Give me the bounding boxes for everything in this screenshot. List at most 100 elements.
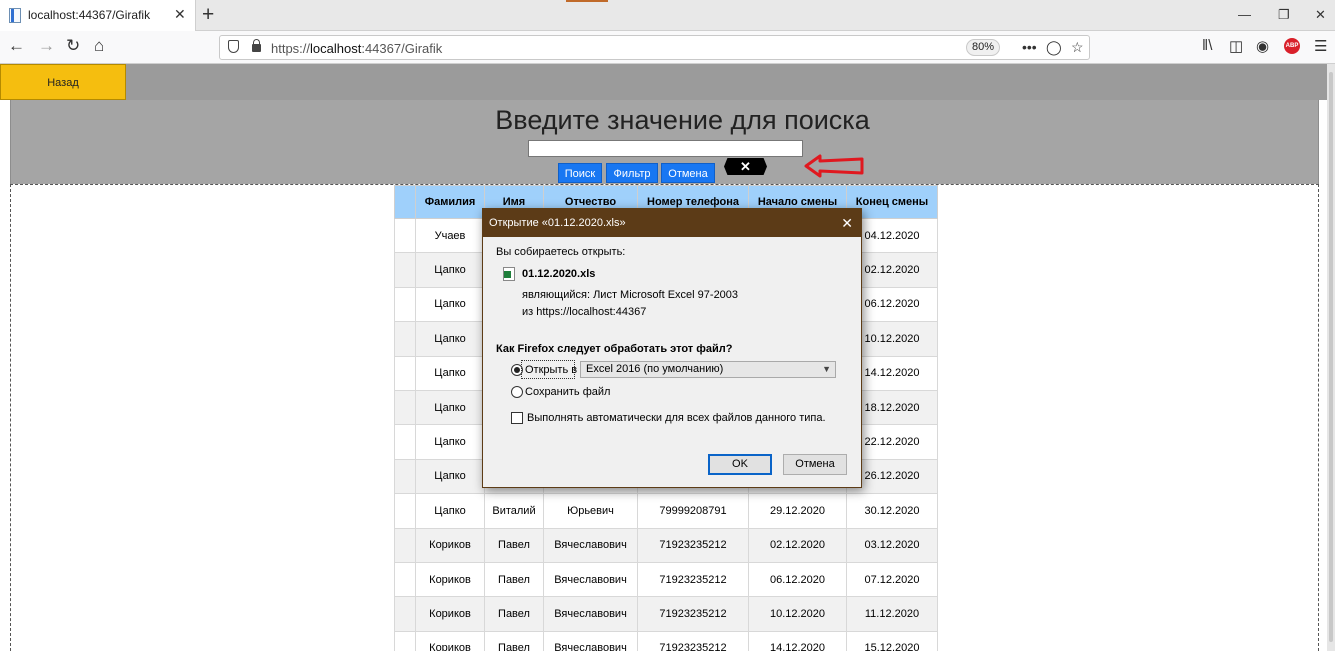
- table-cell: Цапко: [415, 355, 485, 391]
- search-button[interactable]: Поиск: [558, 163, 602, 183]
- table-cell: [394, 252, 416, 288]
- excel-export-button[interactable]: ✕: [724, 158, 767, 175]
- lock-icon[interactable]: [252, 39, 261, 52]
- table-cell: [394, 561, 416, 598]
- red-arrow-annotation: [804, 154, 864, 178]
- table-cell: Цапко: [415, 493, 485, 529]
- table-cell: Цапко: [415, 286, 485, 323]
- table-cell: Вячеславович: [543, 630, 638, 651]
- restore-icon[interactable]: ❐: [1278, 7, 1290, 23]
- dialog-titlebar: Открытие «01.12.2020.xls» ✕: [483, 209, 861, 237]
- excel-file-icon: [503, 267, 515, 281]
- top-band: [0, 64, 1335, 100]
- auto-action-label[interactable]: Выполнять автоматически для всех файлов …: [527, 412, 826, 424]
- table-cell: Учаев: [415, 217, 485, 254]
- table-cell: 71923235212: [637, 630, 749, 651]
- library-icon[interactable]: ‖\: [1202, 37, 1212, 54]
- table-cell: Вячеславович: [543, 527, 638, 563]
- page-actions-icon[interactable]: •••: [1022, 39, 1037, 55]
- table-header[interactable]: Фамилия: [415, 185, 485, 219]
- home-icon[interactable]: ⌂: [94, 36, 104, 56]
- open-with-select[interactable]: Excel 2016 (по умолчанию) ▼: [580, 361, 836, 378]
- table-cell: Павел: [484, 596, 544, 632]
- table-cell: 71923235212: [637, 527, 749, 563]
- tab-strip-accent: [566, 0, 608, 2]
- file-type: являющийся: Лист Microsoft Excel 97-2003: [522, 289, 739, 301]
- back-button[interactable]: Назад: [0, 64, 126, 100]
- table-row[interactable]: Кориков Павел Вячеславович 71923235212 10.12…: [394, 596, 938, 632]
- ok-button[interactable]: OK: [708, 454, 772, 475]
- url-text[interactable]: https://localhost:44367/Girafik: [271, 41, 442, 56]
- table-row[interactable]: Кориков Павел Вячеславович 71923235212 02.12…: [394, 527, 938, 563]
- tab-close-icon[interactable]: ✕: [174, 6, 186, 23]
- table-row[interactable]: Цапко Виталий Юрьевич 79999208791 29.12.2020…: [394, 493, 938, 529]
- save-file-label[interactable]: Сохранить файл: [525, 386, 610, 398]
- file-name: 01.12.2020.xls: [522, 268, 596, 280]
- filter-button[interactable]: Фильтр: [606, 163, 658, 183]
- table-cell: 71923235212: [637, 596, 749, 632]
- dialog-title: Открытие «01.12.2020.xls»: [489, 217, 626, 229]
- table-cell: [394, 630, 416, 651]
- auto-action-checkbox[interactable]: [511, 412, 523, 424]
- page-scrollbar-thumb[interactable]: [1329, 72, 1333, 642]
- table-cell: 07.12.2020: [846, 561, 938, 598]
- table-cell: Павел: [484, 527, 544, 563]
- save-file-radio[interactable]: [511, 386, 523, 398]
- table-cell: 79999208791: [637, 493, 749, 529]
- table-cell: 11.12.2020: [846, 596, 938, 632]
- page-favicon-icon: [9, 8, 21, 23]
- shield-icon[interactable]: [228, 40, 239, 53]
- dialog-close-icon[interactable]: ✕: [841, 209, 853, 237]
- table-cell: [394, 458, 416, 495]
- dialog-cancel-button[interactable]: Отмена: [783, 454, 847, 475]
- table-cell: Павел: [484, 630, 544, 651]
- cancel-search-button[interactable]: Отмена: [661, 163, 715, 183]
- table-cell: Юрьевич: [543, 493, 638, 529]
- table-row[interactable]: Кориков Павел Вячеславович 71923235212 06.12…: [394, 561, 938, 598]
- table-cell: 71923235212: [637, 561, 749, 598]
- dialog-question: Как Firefox следует обработать этот файл…: [496, 343, 733, 355]
- page-scrollbar[interactable]: [1327, 64, 1335, 651]
- zoom-indicator[interactable]: 80%: [966, 39, 1000, 56]
- search-title: Введите значение для поиска: [495, 105, 870, 135]
- table-cell: 14.12.2020: [748, 630, 847, 651]
- new-tab-button[interactable]: +: [202, 3, 214, 27]
- bookmark-star-icon[interactable]: ☆: [1071, 39, 1084, 56]
- table-cell: 02.12.2020: [748, 527, 847, 563]
- tab-bar: localhost:44367/Girafik ✕ + — ❐ ✕: [0, 0, 1335, 31]
- forward-arrow-icon[interactable]: →: [38, 36, 55, 56]
- table-cell: Кориков: [415, 527, 485, 563]
- table-cell: Цапко: [415, 424, 485, 460]
- table-cell: [394, 493, 416, 529]
- table-cell: Вячеславович: [543, 561, 638, 598]
- table-cell: [394, 321, 416, 357]
- table-cell: Кориков: [415, 596, 485, 632]
- open-with-app: Excel 2016 (по умолчанию): [586, 363, 724, 375]
- reload-icon[interactable]: ↻: [66, 36, 80, 56]
- minimize-icon[interactable]: —: [1238, 7, 1251, 22]
- chevron-down-icon: ▼: [822, 364, 831, 374]
- nav-bar: ← → ↻ ⌂ https://localhost:44367/Girafik …: [0, 31, 1335, 64]
- menu-icon[interactable]: ☰: [1314, 37, 1327, 55]
- window-close-icon[interactable]: ✕: [1315, 7, 1326, 23]
- table-cell: Цапко: [415, 458, 485, 495]
- adblock-icon[interactable]: ABP: [1284, 38, 1300, 54]
- account-icon[interactable]: ◉: [1256, 37, 1269, 55]
- table-cell: Павел: [484, 561, 544, 598]
- table-cell: [394, 527, 416, 563]
- table-header[interactable]: [394, 185, 416, 219]
- table-cell: [394, 424, 416, 460]
- table-cell: 06.12.2020: [748, 561, 847, 598]
- tab-girafik[interactable]: localhost:44367/Girafik ✕: [0, 0, 196, 31]
- pocket-icon[interactable]: ◯: [1046, 39, 1062, 56]
- table-cell: [394, 389, 416, 426]
- table-cell: [394, 355, 416, 391]
- search-panel: Введите значение для поиска Поиск Фильтр…: [10, 100, 1319, 184]
- search-input[interactable]: [528, 140, 803, 157]
- url-bar[interactable]: https://localhost:44367/Girafik 80% ••• …: [219, 35, 1090, 60]
- table-cell: [394, 596, 416, 632]
- sidebar-icon[interactable]: ◫: [1229, 37, 1243, 55]
- open-with-label[interactable]: Открыть в: [525, 364, 577, 376]
- back-arrow-icon[interactable]: ←: [8, 36, 25, 56]
- table-row[interactable]: Кориков Павел Вячеславович 71923235212 14.12…: [394, 630, 938, 651]
